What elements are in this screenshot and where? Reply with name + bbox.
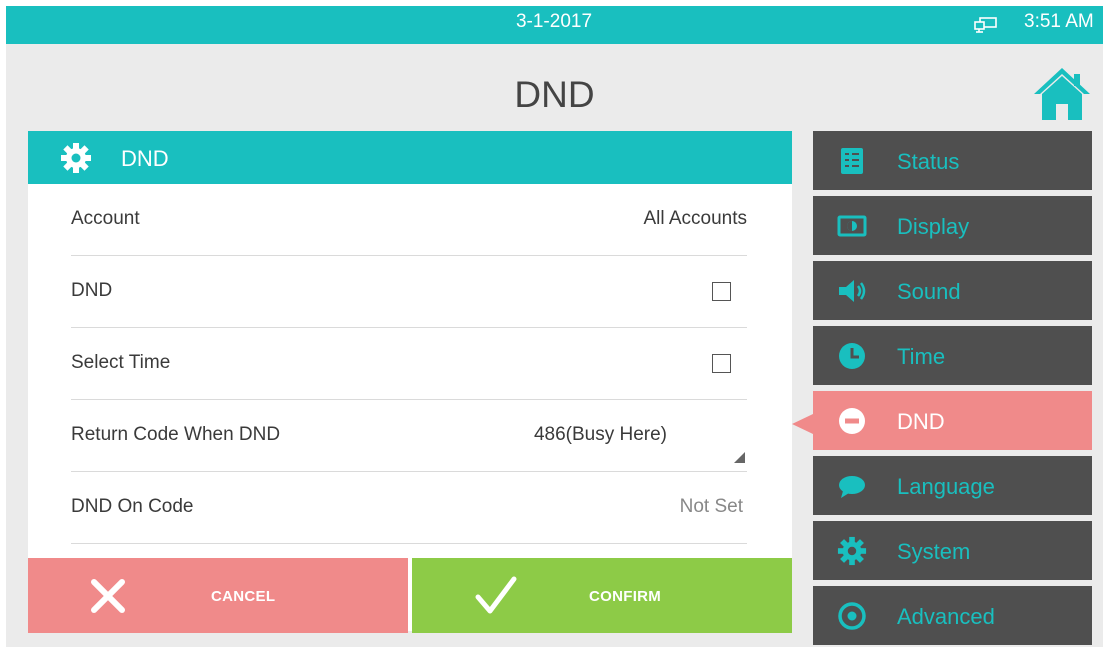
gear-icon (837, 536, 867, 566)
dnd-icon (839, 408, 865, 434)
sidebar-item-advanced[interactable]: Advanced (813, 586, 1092, 645)
screen: 3-1-2017 3:51 AM DND DND Account All Acc… (6, 6, 1103, 647)
sidebar-item-label: DND (897, 409, 945, 434)
panel-header-label: DND (121, 146, 169, 171)
network-icon (974, 17, 997, 33)
select-time-checkbox[interactable] (712, 354, 731, 373)
speaker-icon (839, 280, 866, 302)
sidebar-item-label: Status (897, 149, 960, 174)
return-code-row[interactable]: Return Code When DND 486(Busy Here) (71, 400, 747, 472)
confirm-button[interactable]: CONFIRM (412, 558, 792, 633)
sidebar-item-label: Language (897, 474, 995, 499)
panel-header: DND (28, 131, 792, 184)
close-icon (91, 579, 125, 613)
account-value: All Accounts (643, 208, 748, 229)
sidebar-item-label: Advanced (897, 604, 995, 629)
sidebar-item-dnd[interactable]: DND (813, 391, 1092, 450)
target-icon (838, 602, 866, 630)
sidebar-item-display[interactable]: Display (813, 196, 1092, 255)
status-icon (841, 148, 863, 174)
sidebar-item-time[interactable]: Time (813, 326, 1092, 385)
dnd-on-code-label: DND On Code (71, 496, 194, 517)
dnd-checkbox[interactable] (712, 282, 731, 301)
gear-icon (61, 143, 91, 173)
status-bar: 3-1-2017 3:51 AM (6, 6, 1103, 44)
sidebar-item-language[interactable]: Language (813, 456, 1092, 515)
sidebar-item-label: Time (897, 344, 946, 369)
dnd-row[interactable]: DND (71, 256, 747, 328)
dnd-on-code-value: Not Set (679, 496, 743, 517)
clock-icon (839, 343, 865, 369)
account-label: Account (71, 208, 140, 229)
sidebar-item-label: System (897, 539, 971, 564)
select-time-row[interactable]: Select Time (71, 328, 747, 400)
status-time: 3:51 AM (1024, 11, 1094, 32)
cancel-label: CANCEL (211, 588, 276, 605)
settings-panel: DND Account All Accounts DND Select Time… (28, 131, 792, 631)
dropdown-arrow-icon (734, 452, 745, 463)
sidebar-item-label: Sound (897, 279, 961, 304)
sidebar-item-status[interactable]: Status (813, 131, 1092, 190)
dnd-label: DND (71, 280, 113, 301)
return-code-label: Return Code When DND (71, 424, 281, 445)
active-indicator (792, 414, 813, 434)
speech-bubble-icon (839, 476, 865, 498)
sidebar-item-label: Display (897, 214, 970, 239)
home-icon[interactable] (1030, 64, 1094, 122)
sidebar-item-sound[interactable]: Sound (813, 261, 1092, 320)
sidebar-item-system[interactable]: System (813, 521, 1092, 580)
return-code-select[interactable]: 486(Busy Here) (534, 424, 667, 446)
display-icon (837, 215, 867, 237)
confirm-label: CONFIRM (589, 588, 662, 605)
cancel-button[interactable]: CANCEL (28, 558, 408, 633)
page-title: DND (514, 74, 595, 115)
status-date: 3-1-2017 (515, 11, 593, 32)
checkmark-icon (475, 576, 517, 614)
select-time-label: Select Time (71, 352, 171, 373)
account-row[interactable]: Account All Accounts (71, 184, 747, 256)
dnd-on-code-row[interactable]: DND On Code Not Set (71, 472, 747, 544)
